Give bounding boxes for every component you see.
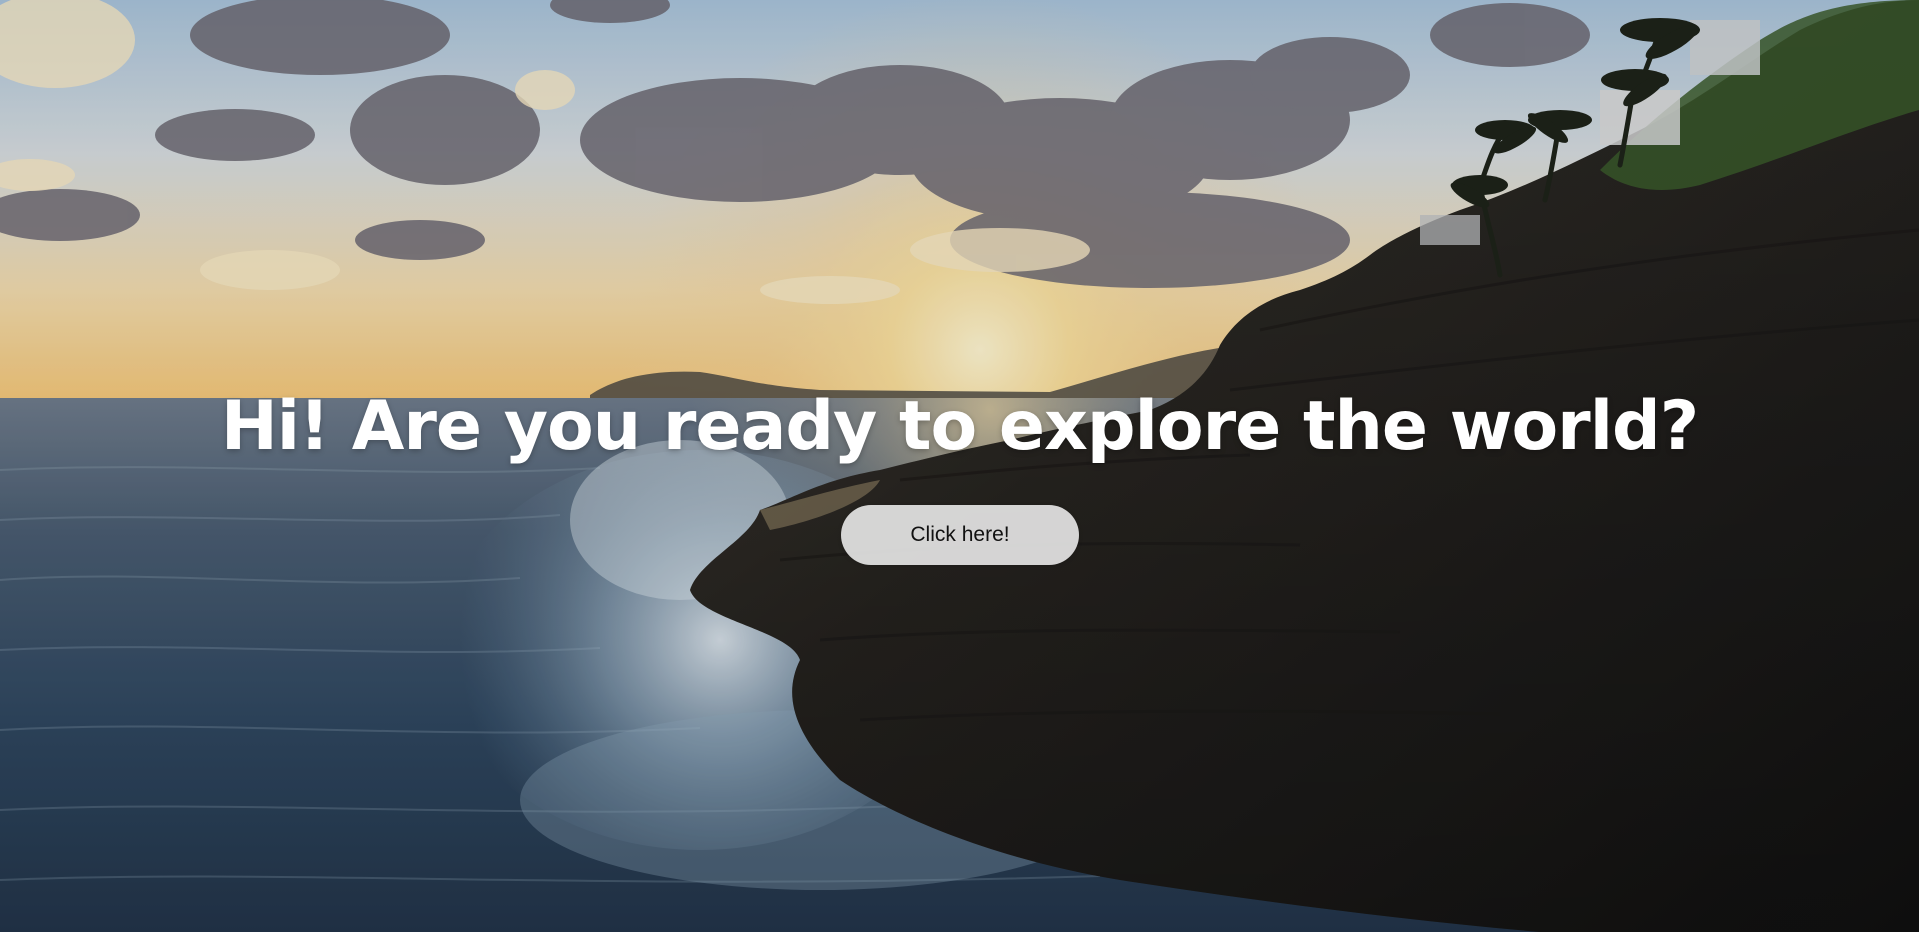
hero-headline: Hi! Are you ready to explore the world? (220, 387, 1699, 466)
hero-section: Hi! Are you ready to explore the world? … (0, 0, 1919, 932)
click-here-button[interactable]: Click here! (841, 505, 1079, 565)
